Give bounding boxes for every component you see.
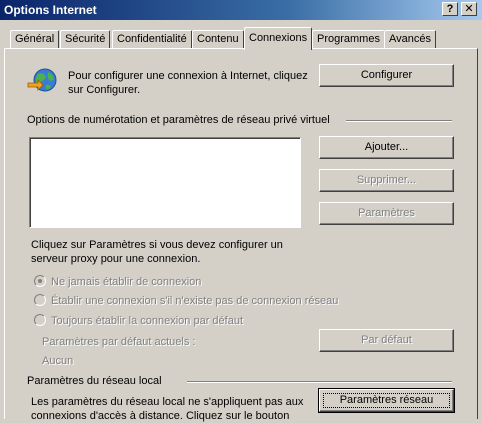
current-default-value: Aucun bbox=[42, 355, 74, 367]
radio-connect-if-none[interactable] bbox=[34, 294, 46, 306]
globe-connection-icon bbox=[27, 68, 57, 92]
setup-text-line2: sur Configurer. bbox=[68, 84, 141, 96]
radio-always-connect[interactable] bbox=[34, 314, 46, 326]
remove-button[interactable]: Supprimer... bbox=[319, 169, 454, 192]
radio-never-connect[interactable] bbox=[34, 275, 46, 287]
lan-settings-button[interactable]: Paramètres réseau bbox=[318, 388, 455, 413]
configure-button[interactable]: Configurer bbox=[319, 64, 454, 87]
lan-text-line1: Les paramètres du réseau local ne s'appl… bbox=[31, 396, 304, 408]
dialup-settings-button[interactable]: Paramètres bbox=[319, 202, 454, 225]
panel-content: Pour configurer une connexion à Internet… bbox=[0, 0, 482, 422]
setup-text-line1: Pour configurer une connexion à Internet… bbox=[68, 70, 308, 82]
internet-options-dialog: Options Internet ? ✕ Général Sécurité Co… bbox=[0, 0, 482, 422]
radio-always-connect-label: Toujours établir la connexion par défaut bbox=[51, 315, 244, 327]
lan-group-line bbox=[187, 381, 452, 383]
radio-connect-if-none-label: Établir une connexion s'il n'existe pas … bbox=[51, 295, 339, 307]
lan-text-line2: connexions d'accès à distance. Cliquez s… bbox=[31, 410, 290, 422]
default-button[interactable]: Par défaut bbox=[319, 329, 454, 352]
dialup-group-line bbox=[346, 120, 452, 122]
proxy-text-line1: Cliquez sur Paramètres si vous devez con… bbox=[31, 239, 283, 251]
dialup-heading: Options de numérotation et paramètres de… bbox=[27, 114, 330, 126]
connections-listbox[interactable] bbox=[29, 137, 301, 228]
current-default-label: Paramètres par défaut actuels : bbox=[42, 336, 196, 348]
add-button[interactable]: Ajouter... bbox=[319, 136, 454, 159]
proxy-text-line2: serveur proxy pour une connexion. bbox=[31, 253, 201, 265]
radio-never-connect-label: Ne jamais établir de connexion bbox=[51, 276, 202, 288]
lan-heading: Paramètres du réseau local bbox=[27, 375, 162, 387]
